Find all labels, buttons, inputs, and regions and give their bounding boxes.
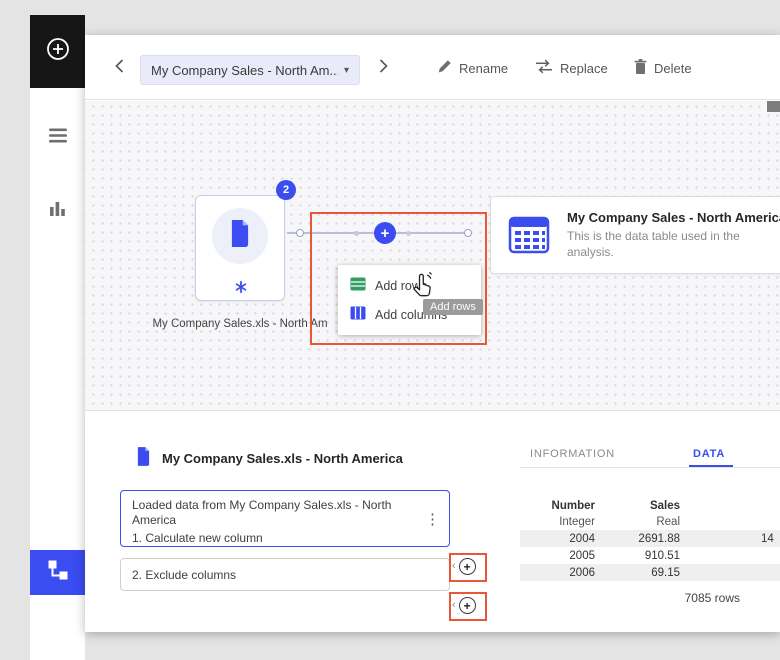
data-table-card[interactable]: My Company Sales - North America This is… (490, 196, 780, 274)
table-row: 2006 69.15 (520, 564, 780, 581)
column-type: Integer (520, 516, 595, 528)
insert-step-control-1: ‹ + (452, 558, 476, 575)
cell: 2691.88 (595, 533, 680, 545)
column-header: Sales (595, 500, 680, 512)
cell: 910.51 (595, 550, 680, 562)
previous-table-button[interactable] (110, 59, 128, 77)
data-canvas-icon (47, 559, 69, 586)
add-analysis-button[interactable] (30, 15, 85, 88)
list-icon (49, 128, 67, 148)
dataset-selector-dropdown[interactable]: My Company Sales - North Am... ▾ (140, 55, 360, 85)
insert-step-button-1[interactable]: + (459, 558, 476, 575)
dataset-selector-value: My Company Sales - North Am... (151, 63, 338, 78)
connector-dot (406, 231, 411, 236)
table-card-title: My Company Sales - North America (567, 210, 780, 225)
table-grid-icon (507, 213, 551, 262)
add-columns-icon (350, 306, 366, 323)
source-file-title: My Company Sales.xls - North America (162, 451, 403, 466)
insert-step-control-2: ‹ + (452, 597, 476, 614)
plus-icon: + (464, 560, 471, 574)
add-transformation-button[interactable]: + (374, 222, 396, 244)
chevron-left-icon (115, 59, 124, 78)
cell: 14 (680, 533, 780, 545)
cell: 2005 (520, 550, 595, 562)
step-exclude-columns-label: 2. Exclude columns (132, 568, 236, 582)
plus-icon: + (381, 225, 390, 242)
app-sidebar (30, 15, 85, 660)
node-label: My Company Sales.xls - North Am (140, 318, 340, 330)
delete-label: Delete (654, 61, 692, 76)
replace-label: Replace (560, 61, 608, 76)
sidebar-item-visualizations[interactable] (30, 199, 85, 221)
column-type: Real (595, 516, 680, 528)
table-type-row: Integer Real (520, 513, 780, 530)
source-node-card[interactable] (195, 195, 285, 301)
file-icon (136, 447, 151, 471)
plus-circle-icon (46, 37, 70, 66)
data-canvas-window: My Company Sales - North Am... ▾ Rename (85, 35, 780, 632)
delete-button[interactable]: Delete (634, 57, 692, 79)
row-count-label: 7085 rows (520, 591, 740, 605)
trash-icon (634, 59, 647, 77)
step-group-loaded-data[interactable]: Loaded data from My Company Sales.xls - … (120, 490, 450, 547)
rename-button[interactable]: Rename (437, 57, 508, 79)
pencil-icon (437, 59, 452, 77)
canvas-scrollbar-thumb[interactable] (767, 101, 780, 112)
tab-information[interactable]: INFORMATION (530, 448, 615, 460)
node-count-badge: 2 (276, 180, 296, 200)
column-header: Number (520, 500, 595, 512)
table-row: 2004 2691.88 14 (520, 530, 780, 547)
plus-icon: + (464, 599, 471, 613)
cell: 2006 (520, 567, 595, 579)
document-icon (229, 220, 251, 252)
cell: 2004 (520, 533, 595, 545)
step-calculate-column-label: 1. Calculate new column (132, 531, 423, 545)
step-loaded-data-label: Loaded data from My Company Sales.xls - … (132, 498, 422, 528)
cell: 69.15 (595, 567, 680, 579)
sidebar-item-files[interactable] (30, 128, 85, 148)
kebab-menu-icon[interactable]: ⋮ (425, 510, 440, 528)
active-tab-underline (689, 465, 733, 467)
canvas-toolbar: My Company Sales - North Am... ▾ Rename (85, 35, 780, 100)
table-card-description: This is the data table used in the analy… (567, 228, 779, 260)
recommendations-icon (234, 280, 248, 299)
collapse-left-icon: ‹ (452, 600, 456, 611)
add-rows-icon (350, 277, 366, 294)
step-exclude-columns[interactable]: 2. Exclude columns (120, 558, 450, 591)
connector-dot (354, 231, 359, 236)
sidebar-item-data-canvas[interactable] (30, 550, 85, 595)
panel-divider (85, 410, 780, 411)
next-table-button[interactable] (374, 59, 392, 77)
table-row: 2005 910.51 (520, 547, 780, 564)
insert-step-button-2[interactable]: + (459, 597, 476, 614)
connector-port-left (296, 229, 304, 237)
chevron-down-icon: ▾ (344, 65, 349, 76)
connector-port-right (464, 229, 472, 237)
collapse-left-icon: ‹ (452, 561, 456, 572)
chevron-right-icon (379, 59, 388, 78)
table-header-row: Number Sales (520, 497, 780, 514)
rename-label: Rename (459, 61, 508, 76)
tab-data[interactable]: DATA (693, 448, 725, 460)
node-circle (212, 208, 268, 264)
mouse-cursor-icon (410, 272, 435, 304)
tab-divider (520, 467, 780, 468)
bar-chart-icon (49, 199, 66, 221)
swap-arrows-icon (535, 59, 553, 77)
replace-button[interactable]: Replace (535, 57, 608, 79)
